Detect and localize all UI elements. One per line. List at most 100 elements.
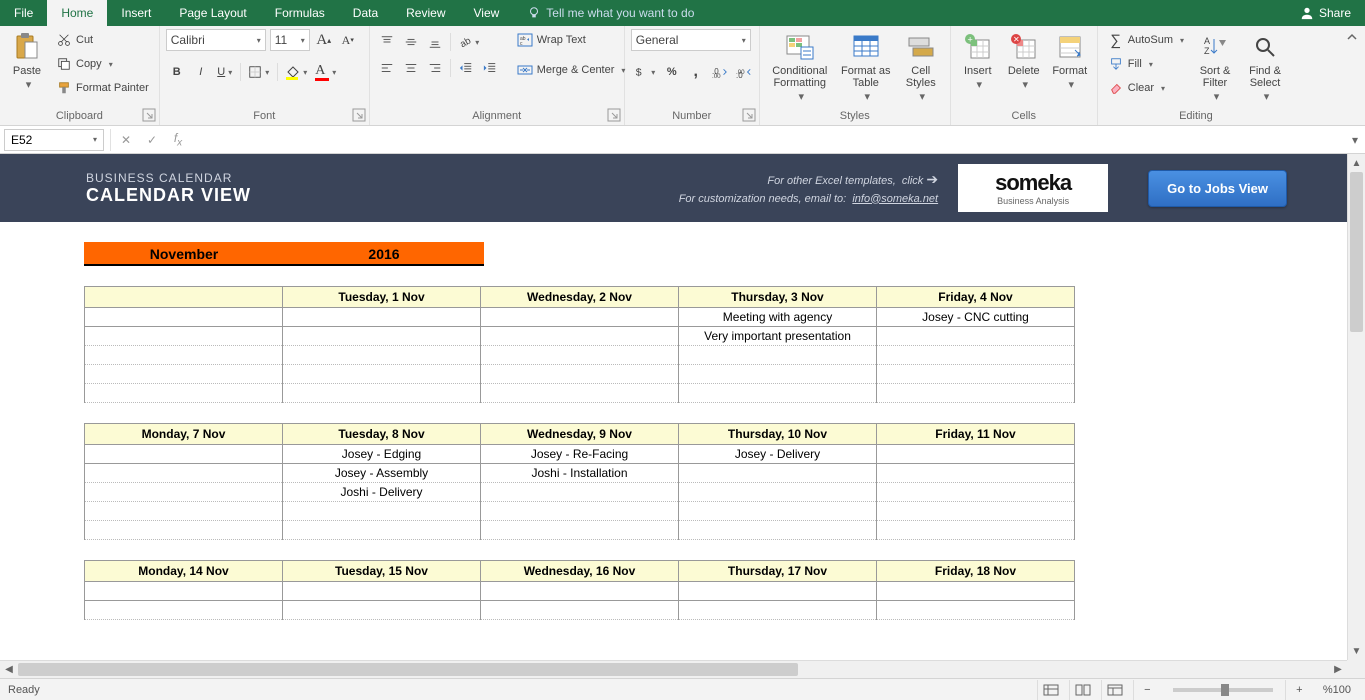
find-select-button[interactable]: Find & Select▾: [1242, 29, 1288, 103]
format-painter-button[interactable]: Format Painter: [52, 77, 153, 99]
align-top-button[interactable]: [376, 31, 398, 53]
conditional-formatting-button[interactable]: Conditional Formatting▾: [766, 29, 834, 103]
calendar-cell[interactable]: [85, 327, 283, 346]
tab-page-layout[interactable]: Page Layout: [165, 0, 260, 26]
calendar-cell[interactable]: [85, 308, 283, 327]
align-left-button[interactable]: [376, 57, 398, 79]
decrease-font-button[interactable]: A▾: [338, 30, 358, 50]
calendar-cell[interactable]: Josey - Re-Facing: [481, 445, 679, 464]
calendar-cell[interactable]: [679, 521, 877, 540]
tab-review[interactable]: Review: [392, 0, 459, 26]
calendar-cell[interactable]: [877, 445, 1075, 464]
calendar-cell[interactable]: Joshi - Delivery: [283, 483, 481, 502]
calendar-cell[interactable]: [481, 582, 679, 601]
calendar-cell[interactable]: [679, 601, 877, 620]
tab-view[interactable]: View: [460, 0, 514, 26]
scroll-left-button[interactable]: ◀: [0, 661, 18, 678]
calendar-cell[interactable]: Joshi - Installation: [481, 464, 679, 483]
decrease-decimal-button[interactable]: .00.0: [733, 61, 755, 83]
calendar-cell[interactable]: [481, 601, 679, 620]
calendar-cell[interactable]: [481, 521, 679, 540]
fill-button[interactable]: Fill▾: [1104, 53, 1188, 75]
font-color-button[interactable]: A▾: [312, 61, 340, 83]
insert-cells-button[interactable]: + Insert▾: [957, 29, 999, 91]
sort-filter-button[interactable]: AZ Sort & Filter▾: [1192, 29, 1238, 103]
calendar-cell[interactable]: [85, 365, 283, 384]
increase-decimal-button[interactable]: .0.00: [709, 61, 731, 83]
calendar-cell[interactable]: [679, 483, 877, 502]
increase-font-button[interactable]: A▴: [314, 30, 334, 50]
tab-home[interactable]: Home: [47, 0, 107, 26]
name-box[interactable]: E52▾: [4, 129, 104, 151]
paste-button[interactable]: Paste▾: [6, 29, 48, 91]
formula-input[interactable]: [191, 129, 1345, 151]
calendar-cell[interactable]: [679, 582, 877, 601]
calendar-cell[interactable]: [283, 502, 481, 521]
underline-button[interactable]: U▾: [214, 61, 236, 83]
align-middle-button[interactable]: [400, 31, 422, 53]
calendar-cell[interactable]: [877, 502, 1075, 521]
format-cells-button[interactable]: Format▾: [1049, 29, 1091, 91]
collapse-ribbon-button[interactable]: [1339, 26, 1365, 125]
horizontal-scrollbar[interactable]: ◀ ▶: [0, 660, 1347, 678]
calendar-cell[interactable]: [283, 308, 481, 327]
calendar-cell[interactable]: [283, 384, 481, 403]
calendar-cell[interactable]: [283, 327, 481, 346]
cut-button[interactable]: Cut: [52, 29, 153, 51]
tab-file[interactable]: File: [0, 0, 47, 26]
wrap-text-button[interactable]: abc Wrap Text: [513, 29, 630, 51]
calendar-cell[interactable]: [877, 483, 1075, 502]
calendar-cell[interactable]: [877, 365, 1075, 384]
number-format-select[interactable]: General▾: [631, 29, 751, 51]
zoom-out-button[interactable]: −: [1133, 680, 1161, 700]
accounting-format-button[interactable]: $▾: [631, 61, 659, 83]
page-layout-view-button[interactable]: [1069, 680, 1097, 700]
orientation-button[interactable]: ab▾: [455, 31, 483, 53]
fx-button[interactable]: fx: [165, 129, 191, 151]
calendar-cell[interactable]: [877, 521, 1075, 540]
calendar-cell[interactable]: Josey - Delivery: [679, 445, 877, 464]
calendar-cell[interactable]: [481, 308, 679, 327]
calendar-cell[interactable]: [85, 582, 283, 601]
calendar-cell[interactable]: [877, 384, 1075, 403]
cell-styles-button[interactable]: Cell Styles▾: [898, 29, 944, 103]
dialog-launcher-icon[interactable]: [142, 108, 156, 122]
bold-button[interactable]: B: [166, 61, 188, 83]
calendar-cell[interactable]: [283, 521, 481, 540]
calendar-cell[interactable]: [85, 521, 283, 540]
merge-center-button[interactable]: Merge & Center▾: [513, 59, 630, 81]
calendar-cell[interactable]: [481, 365, 679, 384]
align-right-button[interactable]: [424, 57, 446, 79]
calendar-cell[interactable]: [85, 601, 283, 620]
italic-button[interactable]: I: [190, 61, 212, 83]
calendar-cell[interactable]: [679, 346, 877, 365]
scroll-thumb[interactable]: [18, 663, 798, 676]
calendar-cell[interactable]: [877, 601, 1075, 620]
share-button[interactable]: Share: [1286, 0, 1365, 26]
go-to-jobs-button[interactable]: Go to Jobs View: [1148, 170, 1287, 207]
email-link[interactable]: info@someka.net: [852, 193, 938, 205]
autosum-button[interactable]: ∑ AutoSum▾: [1104, 29, 1188, 51]
calendar-cell[interactable]: [679, 502, 877, 521]
tab-insert[interactable]: Insert: [107, 0, 165, 26]
calendar-cell[interactable]: Josey - CNC cutting: [877, 308, 1075, 327]
tab-data[interactable]: Data: [339, 0, 392, 26]
calendar-cell[interactable]: [679, 365, 877, 384]
calendar-cell[interactable]: [877, 327, 1075, 346]
comma-button[interactable]: ,: [685, 61, 707, 83]
scroll-right-button[interactable]: ▶: [1329, 661, 1347, 678]
calendar-cell[interactable]: [85, 346, 283, 365]
dialog-launcher-icon[interactable]: [742, 108, 756, 122]
tell-me[interactable]: Tell me what you want to do: [513, 0, 708, 26]
fill-color-button[interactable]: ▾: [282, 61, 310, 83]
align-bottom-button[interactable]: [424, 31, 446, 53]
normal-view-button[interactable]: [1037, 680, 1065, 700]
copy-button[interactable]: Copy▾: [52, 53, 153, 75]
borders-button[interactable]: ▾: [245, 61, 273, 83]
zoom-in-button[interactable]: +: [1285, 680, 1313, 700]
zoom-value[interactable]: %100: [1317, 684, 1357, 696]
calendar-cell[interactable]: [85, 502, 283, 521]
calendar-cell[interactable]: [85, 483, 283, 502]
decrease-indent-button[interactable]: [455, 57, 477, 79]
delete-cells-button[interactable]: ✕ Delete▾: [1003, 29, 1045, 91]
